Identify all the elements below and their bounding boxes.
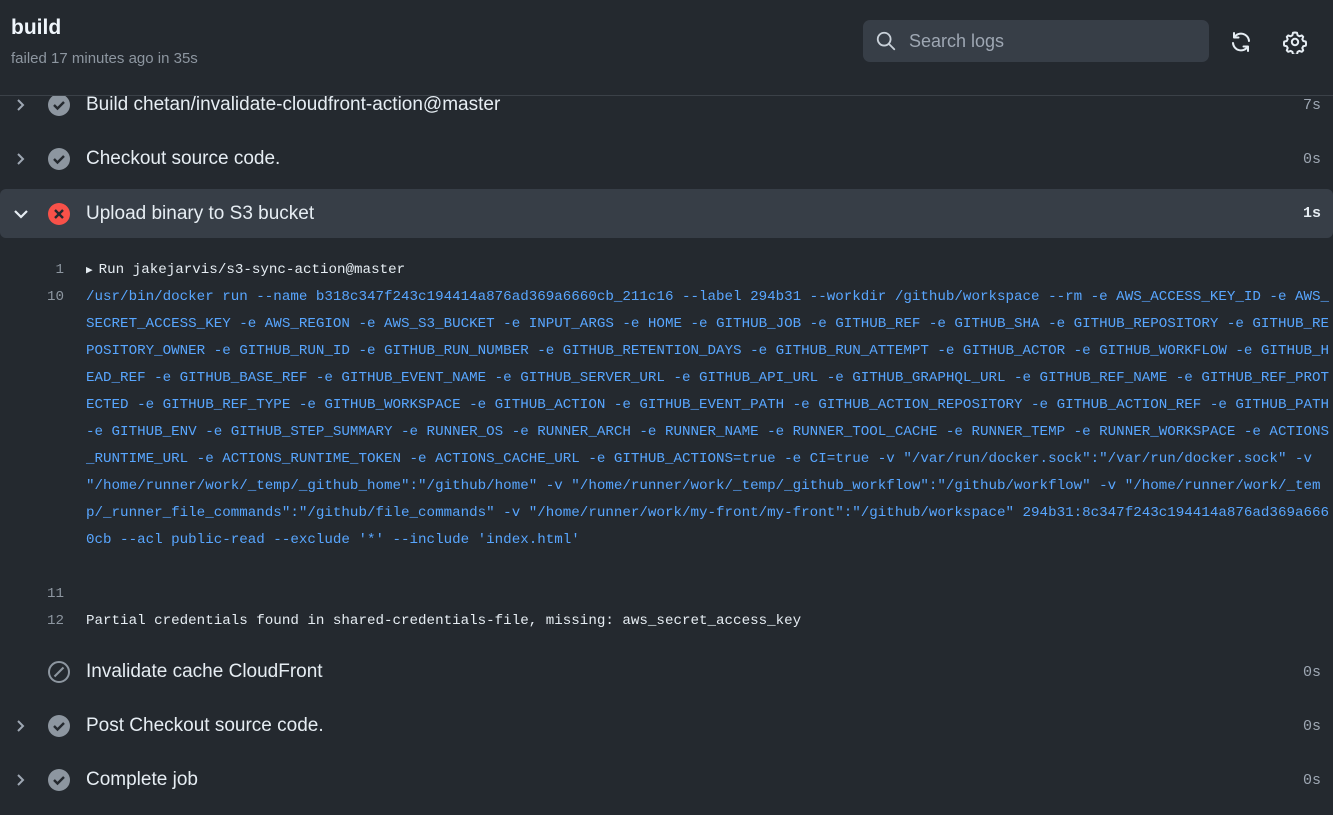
gear-icon [1283,31,1307,54]
log-group-header[interactable]: ▶ Run jakejarvis/s3-sync-action@master [86,257,1333,285]
success-check-icon [48,148,70,170]
job-status-text: failed 17 minutes ago in 35s [11,50,198,67]
failure-x-icon [48,202,70,225]
job-header: build failed 17 minutes ago in 35s [0,0,1333,96]
line-number: 10 [46,289,64,305]
search-icon [876,31,896,51]
line-number: 12 [46,613,64,629]
chevron-down-icon [12,205,30,223]
step-row-post-checkout[interactable]: Post Checkout source code. 0s [0,701,1333,751]
step-duration: 7s [1302,96,1321,114]
refresh-button[interactable] [1227,28,1255,56]
search-logs-input[interactable] [907,29,1191,53]
success-check-icon [48,94,70,116]
refresh-icon [1232,32,1250,52]
line-number: 1 [55,262,64,278]
step-duration: 0s [1302,771,1321,789]
chevron-right-icon [12,771,30,789]
step-duration: 0s [1302,663,1321,681]
triangle-right-icon: ▶ [86,265,93,277]
step-row-complete-job[interactable]: Complete job 0s [0,755,1333,805]
step-label: Invalidate cache CloudFront [86,661,323,682]
job-title: build [11,16,62,39]
step-duration: 0s [1302,717,1321,735]
log-text: Partial credentials found in shared-cred… [86,613,802,629]
settings-button[interactable] [1281,28,1309,56]
step-label: Complete job [86,769,198,790]
success-check-icon [48,715,70,737]
step-row-upload-binary[interactable]: Upload binary to S3 bucket 1s [0,189,1333,238]
step-label: Post Checkout source code. [86,715,324,736]
search-logs-box[interactable] [863,20,1209,62]
step-duration: 1s [1302,205,1321,222]
line-number: 11 [46,586,64,602]
log-text: Run jakejarvis/s3-sync-action@master [98,262,406,278]
success-check-icon [48,769,70,791]
step-label: Upload binary to S3 bucket [86,202,315,224]
step-label: Build chetan/invalidate-cloudfront-actio… [86,94,501,115]
chevron-right-icon [12,717,30,735]
step-duration: 0s [1302,150,1321,168]
chevron-right-icon [12,96,30,114]
step-label: Checkout source code. [86,148,281,169]
log-command-text: /usr/bin/docker run --name b318c347f243c… [86,289,1330,548]
skipped-icon [48,661,70,683]
chevron-right-icon [12,150,30,168]
step-row-checkout[interactable]: Checkout source code. 0s [0,134,1333,184]
step-row-invalidate-cache[interactable]: Invalidate cache CloudFront 0s [0,647,1333,697]
